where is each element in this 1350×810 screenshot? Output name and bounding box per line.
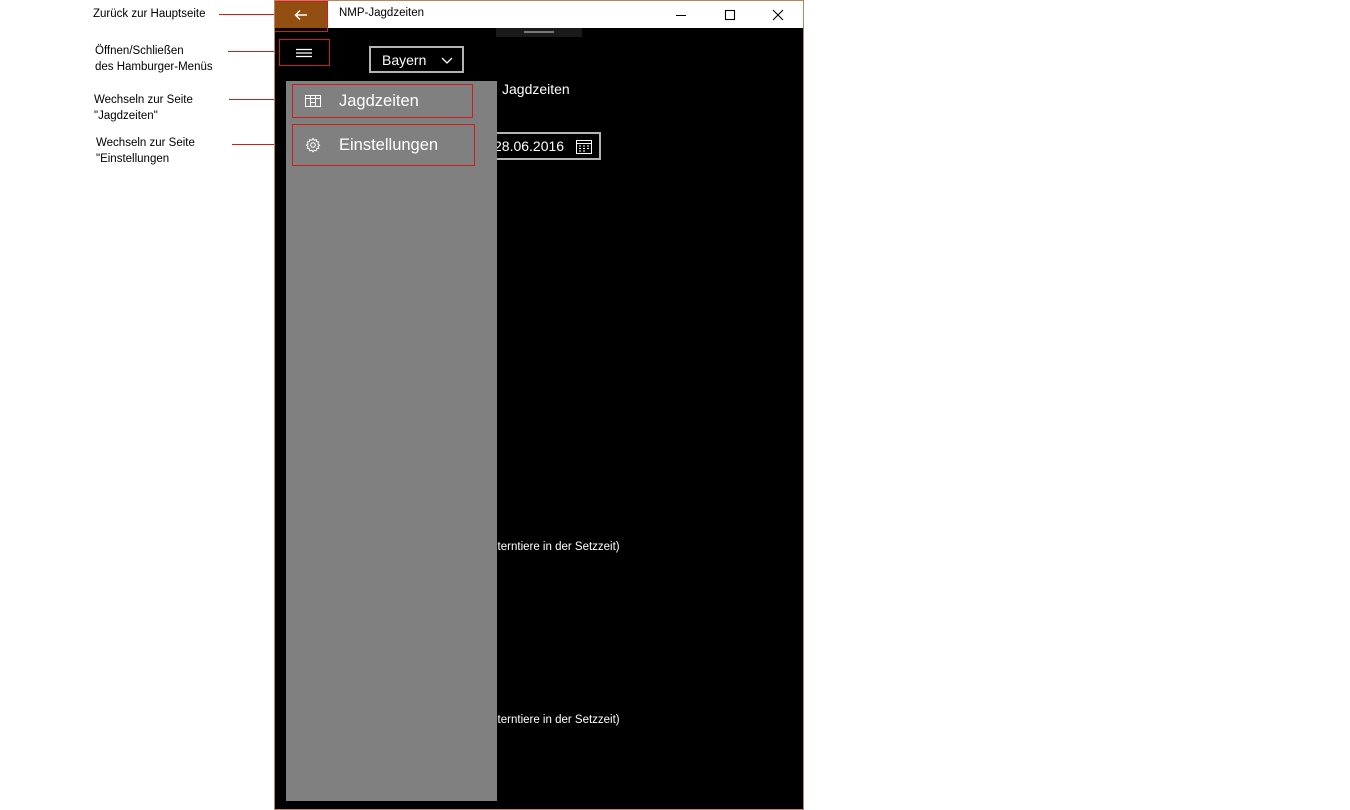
calendar-icon bbox=[576, 140, 592, 154]
maximize-button[interactable] bbox=[707, 1, 753, 28]
annotation-einstellungen-line2: "Einstellungen bbox=[96, 153, 170, 165]
date-picker-value: 28.06.2016 bbox=[494, 138, 565, 154]
hamburger-highlight bbox=[279, 39, 330, 66]
nav-item-jagdzeiten[interactable]: Jagdzeiten bbox=[292, 84, 473, 118]
annotation-jagdzeiten-line2: "Jagdzeiten" bbox=[94, 110, 158, 122]
annotation-jagdzeiten-line1: Wechseln zur Seite bbox=[94, 94, 193, 106]
back-highlight bbox=[275, 1, 328, 32]
close-icon bbox=[772, 9, 784, 20]
drag-handle[interactable] bbox=[496, 28, 582, 37]
nav-item-einstellungen-label: Einstellungen bbox=[339, 135, 439, 154]
window-title: NMP-Jagdzeiten bbox=[339, 7, 425, 19]
nav-item-einstellungen[interactable]: Einstellungen bbox=[292, 124, 475, 166]
calendar-grid-icon bbox=[303, 91, 323, 111]
date-picker[interactable]: 28.06.2016 bbox=[491, 132, 601, 160]
gear-icon bbox=[303, 135, 323, 155]
nav-item-jagdzeiten-label: Jagdzeiten bbox=[339, 91, 419, 110]
title-bar: NMP-Jagdzeiten bbox=[275, 1, 803, 28]
page-title: Jagdzeiten bbox=[502, 81, 570, 97]
annotation-hamburger-line1: Öffnen/Schließen bbox=[95, 45, 184, 57]
annotation-jagdzeiten: Wechseln zur Seite "Jagdzeiten" bbox=[94, 92, 193, 124]
app-window: NMP-Jagdzeiten Bayern Jagdzeiten 28.06.2… bbox=[274, 0, 804, 810]
annotation-hamburger-line2: des Hamburger-Menüs bbox=[95, 61, 213, 73]
close-button[interactable] bbox=[755, 1, 801, 28]
annotation-einstellungen: Wechseln zur Seite "Einstellungen bbox=[96, 135, 195, 167]
minimize-button[interactable] bbox=[658, 1, 704, 28]
annotation-hamburger-line bbox=[228, 51, 278, 52]
annotation-back: Zurück zur Hauptseite bbox=[93, 6, 206, 22]
maximize-icon bbox=[724, 9, 736, 20]
annotation-hamburger: Öffnen/Schließen des Hamburger-Menüs bbox=[95, 43, 213, 75]
annotation-back-text: Zurück zur Hauptseite bbox=[93, 8, 206, 20]
navigation-pane: Jagdzeiten Einstellungen bbox=[286, 81, 497, 801]
setzzeit-note-2: lterntiere in der Setzzeit) bbox=[495, 714, 620, 726]
region-dropdown[interactable]: Bayern bbox=[369, 46, 464, 73]
minimize-icon bbox=[676, 14, 686, 16]
annotation-einstellungen-line1: Wechseln zur Seite bbox=[96, 137, 195, 149]
chevron-down-icon bbox=[441, 57, 453, 64]
annotation-back-line bbox=[219, 14, 274, 15]
region-dropdown-value: Bayern bbox=[382, 51, 427, 68]
setzzeit-note-1: lterntiere in der Setzzeit) bbox=[495, 541, 620, 553]
